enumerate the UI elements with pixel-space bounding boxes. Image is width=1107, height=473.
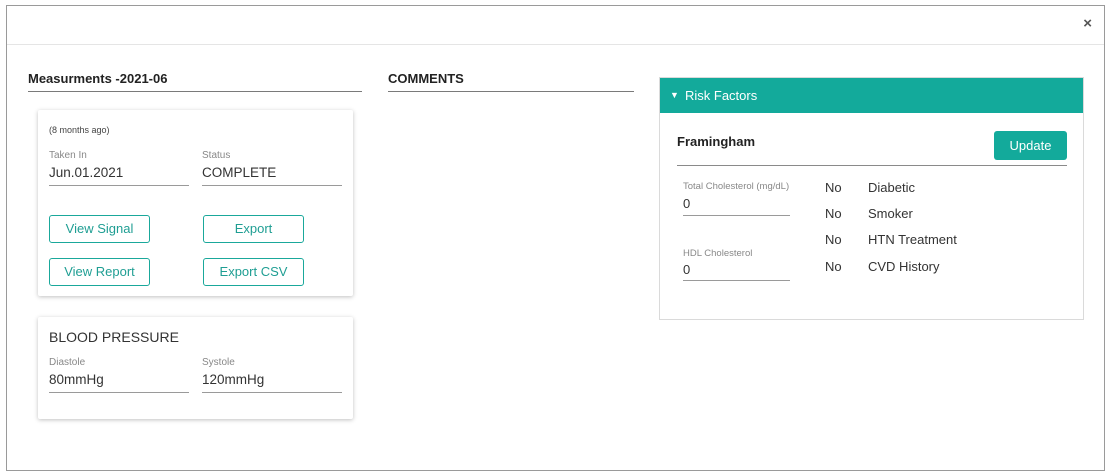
measurement-modal: × Measurments -2021-06 COMMENTS (8 month… xyxy=(6,5,1105,471)
modal-header: × xyxy=(7,6,1104,45)
htn-treatment-value[interactable]: No xyxy=(825,232,842,247)
smoker-label: Smoker xyxy=(868,206,913,221)
comments-title: COMMENTS xyxy=(388,71,464,86)
update-button[interactable]: Update xyxy=(994,131,1067,160)
measurements-title: Measurments -2021-06 xyxy=(28,71,168,86)
export-button[interactable]: Export xyxy=(203,215,304,243)
blood-pressure-card: BLOOD PRESSURE Diastole 80mmHg Systole 1… xyxy=(38,317,353,419)
view-signal-button[interactable]: View Signal xyxy=(49,215,150,243)
htn-treatment-label: HTN Treatment xyxy=(868,232,957,247)
risk-factors-header[interactable]: ▼ Risk Factors xyxy=(660,78,1083,113)
measurements-divider xyxy=(28,91,362,92)
systole-underline xyxy=(202,392,342,393)
risk-factors-title: Risk Factors xyxy=(685,88,758,103)
framingham-divider xyxy=(677,165,1067,166)
diabetic-label: Diabetic xyxy=(868,180,915,195)
measurement-card: (8 months ago) Taken In Jun.01.2021 Stat… xyxy=(38,110,353,296)
taken-in-underline xyxy=(49,185,189,186)
blood-pressure-title: BLOOD PRESSURE xyxy=(49,329,179,345)
diastole-value: 80mmHg xyxy=(49,372,104,387)
hdl-cholesterol-underline xyxy=(683,280,790,281)
status-label: Status xyxy=(202,150,231,161)
smoker-value[interactable]: No xyxy=(825,206,842,221)
status-value: COMPLETE xyxy=(202,165,277,180)
diastole-label: Diastole xyxy=(49,357,86,368)
status-underline xyxy=(202,185,342,186)
risk-factors-panel: ▼ Risk Factors Framingham Update Total C… xyxy=(659,77,1084,320)
total-cholesterol-label: Total Cholesterol (mg/dL) xyxy=(683,181,790,192)
comments-divider xyxy=(388,91,634,92)
taken-in-label: Taken In xyxy=(49,150,87,161)
caret-down-icon: ▼ xyxy=(670,90,679,100)
measurement-age: (8 months ago) xyxy=(49,125,110,135)
taken-in-value: Jun.01.2021 xyxy=(49,165,124,180)
diastole-underline xyxy=(49,392,189,393)
cvd-history-value[interactable]: No xyxy=(825,259,842,274)
cvd-history-label: CVD History xyxy=(868,259,940,274)
export-csv-button[interactable]: Export CSV xyxy=(203,258,304,286)
hdl-cholesterol-label: HDL Cholesterol xyxy=(683,248,753,259)
systole-label: Systole xyxy=(202,357,235,368)
close-icon[interactable]: × xyxy=(1083,15,1092,32)
total-cholesterol-input[interactable]: 0 xyxy=(683,196,690,211)
total-cholesterol-underline xyxy=(683,215,790,216)
diabetic-value[interactable]: No xyxy=(825,180,842,195)
framingham-title: Framingham xyxy=(677,134,756,149)
hdl-cholesterol-input[interactable]: 0 xyxy=(683,262,690,277)
systole-value: 120mmHg xyxy=(202,372,265,387)
view-report-button[interactable]: View Report xyxy=(49,258,150,286)
